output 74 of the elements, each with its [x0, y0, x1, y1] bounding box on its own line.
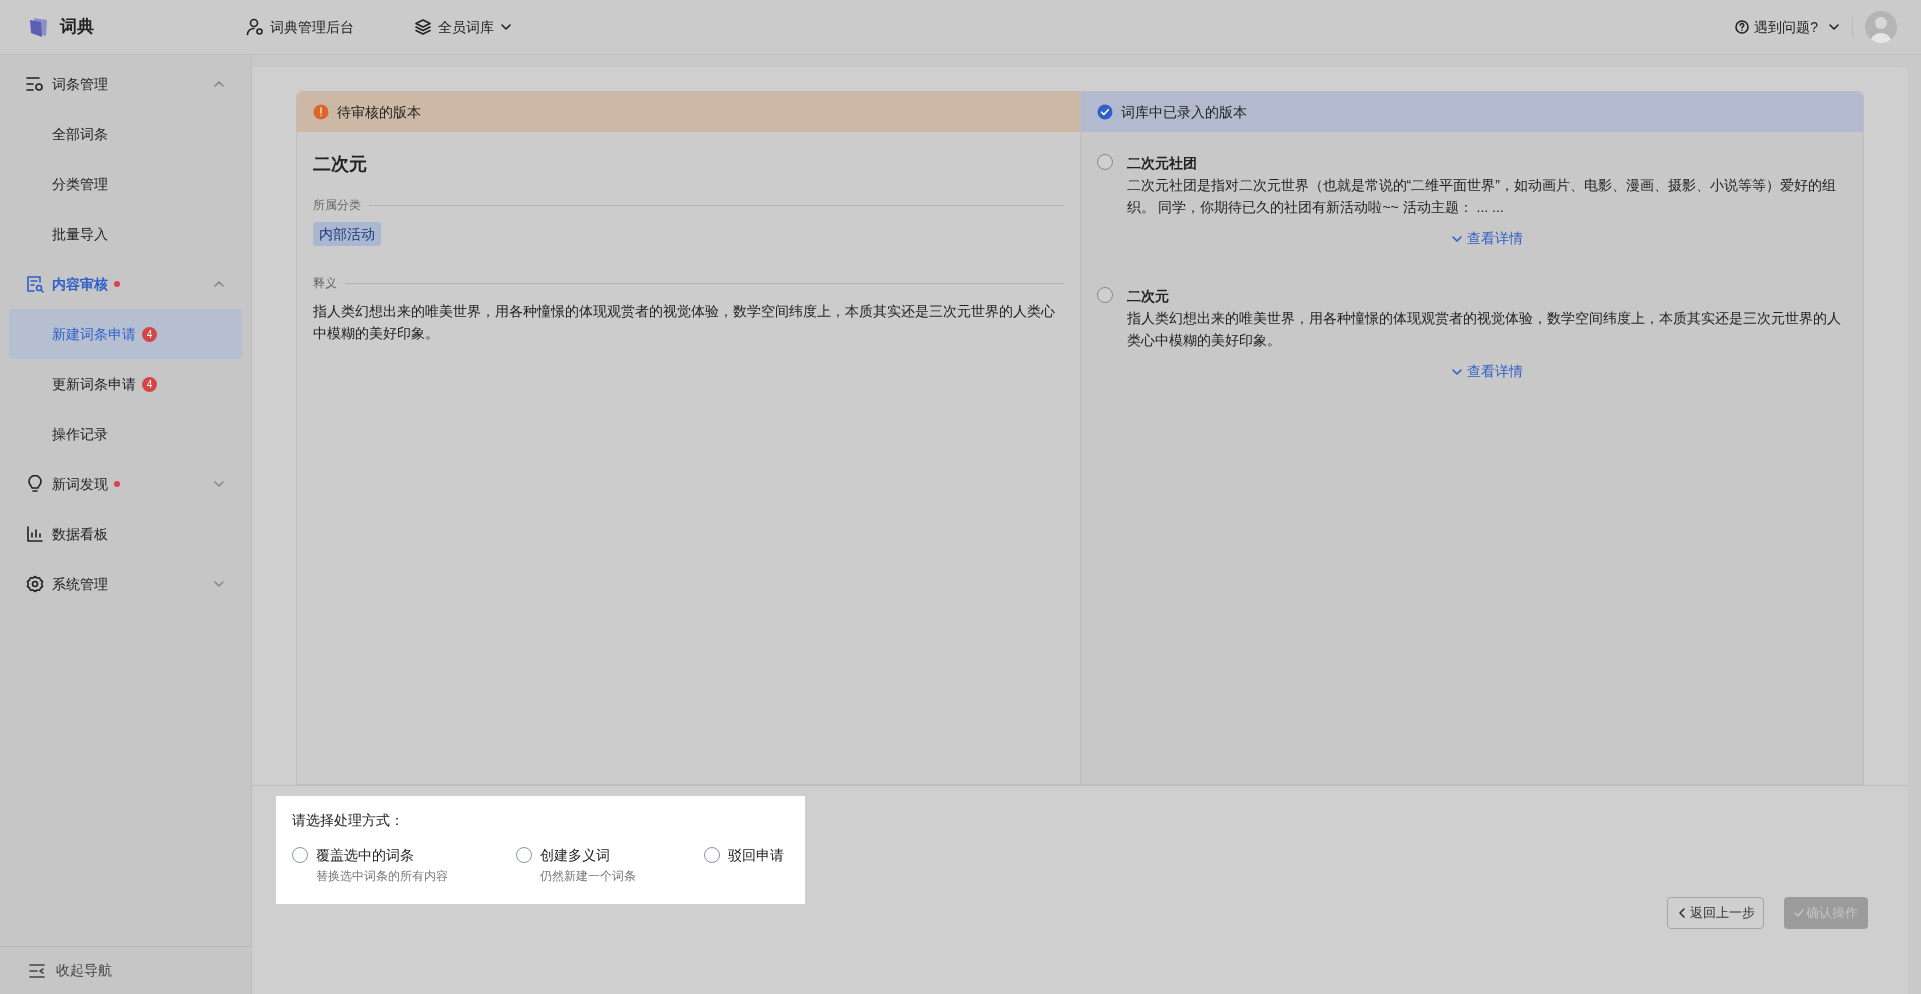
- sidebar-item[interactable]: 批量导入: [9, 209, 242, 259]
- sidebar-group-label: 系统管理: [52, 574, 108, 594]
- nav-button[interactable]: 词典管理后台: [246, 16, 354, 38]
- radio-button[interactable]: [1096, 154, 1113, 170]
- check-circle-icon: [1096, 104, 1113, 120]
- app-name: 词典: [60, 16, 95, 39]
- document-search-icon: [26, 275, 44, 293]
- view-details-link[interactable]: 查看详情: [1450, 228, 1523, 249]
- view-details-link[interactable]: 查看详情: [1450, 361, 1523, 382]
- panel-title: 待审核的版本: [337, 102, 421, 122]
- sidebar-item-label: 分类管理: [52, 174, 108, 194]
- entry-text: 指人类幻想出来的唯美世界，用各种憧憬的体现观赏者的视觉体验，数学空间纬度上，本质其实还是三次元世界的人类心中模糊的美好印象。: [1126, 309, 1842, 350]
- category-tag: 内部活动: [313, 222, 381, 246]
- section-label: 所属分类: [313, 197, 361, 214]
- help-button[interactable]: 遇到问题?: [1735, 16, 1818, 38]
- sidebar-item-label: 批量导入: [52, 224, 108, 244]
- sidebar-group-label: 内容审核: [52, 274, 108, 294]
- count-badge: 4: [142, 376, 157, 392]
- sidebar-group-label: 词条管理: [52, 74, 108, 94]
- sidebar-item-label: 全部词条: [52, 124, 108, 144]
- sidebar-item[interactable]: 全部词条: [9, 109, 242, 159]
- definition-text: 指人类幻想出来的唯美世界，用各种憧憬的体现观赏者的视觉体验，数学空间纬度上，本质其实还是三次元世界的人类心中模糊的美好印象。: [313, 302, 1056, 343]
- nav-button[interactable]: 全员词库: [414, 16, 512, 38]
- radio-button[interactable]: [704, 847, 720, 863]
- chevron-down-icon: [213, 578, 225, 590]
- entry-title: 二次元: [1126, 287, 1170, 306]
- radio-button[interactable]: [516, 847, 532, 863]
- option-label: 创建多义词: [540, 846, 611, 865]
- chevron-up-icon: [213, 78, 225, 90]
- settings-icon: [26, 575, 44, 593]
- sidebar-group[interactable]: 系统管理: [9, 559, 242, 609]
- term-title: 二次元: [313, 153, 368, 176]
- user-gear-icon: [246, 18, 264, 36]
- avatar[interactable]: [1865, 11, 1897, 43]
- sidebar-group[interactable]: 新词发现: [9, 459, 242, 509]
- chevron-down-icon: [500, 21, 512, 33]
- count-badge: 4: [142, 326, 157, 342]
- entry-title: 二次元社团: [1126, 154, 1198, 173]
- collapse-icon: [28, 961, 46, 980]
- chevron-left-icon: [1676, 907, 1688, 919]
- bar-chart-icon: [26, 525, 44, 543]
- section-label: 释义: [313, 275, 337, 292]
- chevron-down-icon: [1828, 21, 1840, 33]
- back-button[interactable]: 返回上一步: [1667, 897, 1764, 929]
- option-label: 驳回申请: [728, 846, 784, 865]
- chevron-down-icon: [213, 478, 225, 490]
- sidebar-group[interactable]: 词条管理: [9, 59, 242, 109]
- sidebar-item-label: 操作记录: [52, 424, 108, 444]
- check-icon: [1794, 908, 1804, 918]
- sidebar-group[interactable]: 数据看板: [9, 509, 242, 559]
- lightbulb-icon: [26, 475, 44, 493]
- action-prompt: 请选择处理方式：: [292, 811, 405, 830]
- sidebar-item[interactable]: 更新词条申请 4: [9, 359, 242, 409]
- help-icon: [1735, 20, 1750, 34]
- sidebar-item[interactable]: 操作记录: [9, 409, 242, 459]
- option-hint: 替换选中词条的所有内容: [316, 868, 448, 885]
- collapse-nav-button[interactable]: 收起导航: [0, 946, 251, 994]
- sidebar-group-label: 数据看板: [52, 524, 108, 544]
- panel-title: 词库中已录入的版本: [1120, 102, 1247, 122]
- book-logo-icon: [28, 16, 50, 38]
- entry-text: 二次元社团是指对二次元世界（也就是常说的“二维平面世界”，如动画片、电影、漫画、摄影、小说等等）爱好的组织。 同学，你期待已久的社团有新活动啦~~ 活动主题： ... ...: [1126, 176, 1837, 217]
- sidebar-item[interactable]: 分类管理: [9, 159, 242, 209]
- sidebar-item[interactable]: 新建词条申请 4: [9, 309, 242, 359]
- sidebar-group-label: 新词发现: [52, 474, 108, 494]
- option-hint: 仍然新建一个词条: [540, 868, 636, 885]
- sidebar-item-label: 新建词条申请: [52, 324, 136, 344]
- sidebar-item-label: 更新词条申请: [52, 374, 136, 394]
- layers-icon: [414, 18, 432, 36]
- option-label: 覆盖选中的词条: [316, 846, 415, 865]
- chevron-up-icon: [213, 278, 225, 290]
- radio-button[interactable]: [1096, 287, 1113, 303]
- list-gear-icon: [26, 75, 44, 93]
- radio-button[interactable]: [292, 847, 308, 863]
- warning-icon: [313, 104, 329, 120]
